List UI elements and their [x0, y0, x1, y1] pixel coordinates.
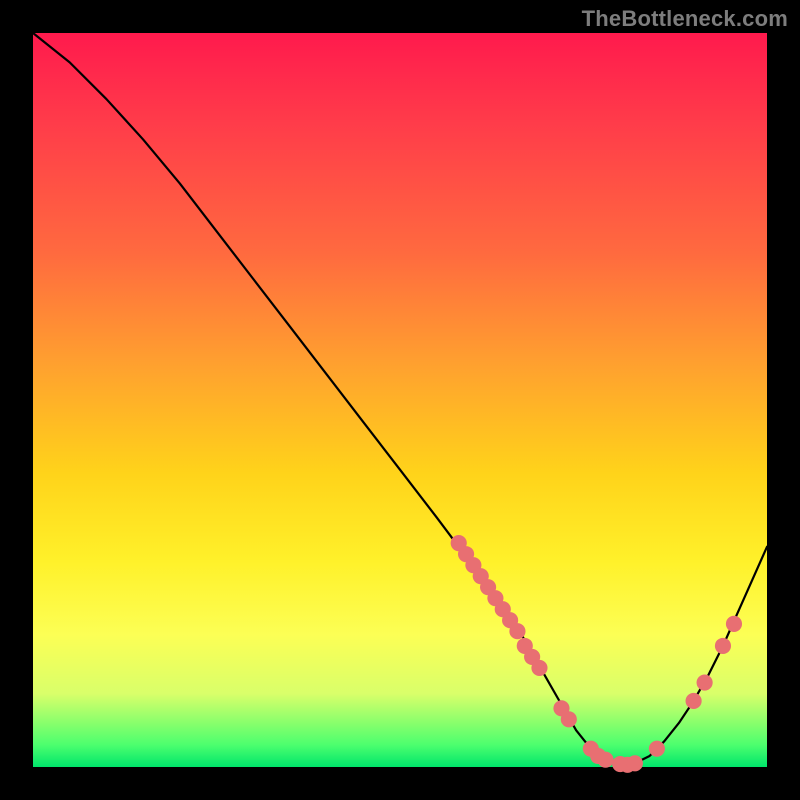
chart-overlay	[33, 33, 767, 767]
data-point	[726, 616, 742, 632]
chart-canvas: TheBottleneck.com	[0, 0, 800, 800]
data-point	[627, 755, 643, 771]
data-point	[649, 741, 665, 757]
data-point	[686, 693, 702, 709]
data-point	[597, 752, 613, 768]
data-point	[561, 711, 577, 727]
data-point	[509, 623, 525, 639]
data-point	[715, 638, 731, 654]
watermark-text: TheBottleneck.com	[582, 6, 788, 32]
bottleneck-curve	[33, 33, 767, 765]
data-point	[697, 675, 713, 691]
data-point-markers	[451, 535, 742, 773]
data-point	[531, 660, 547, 676]
